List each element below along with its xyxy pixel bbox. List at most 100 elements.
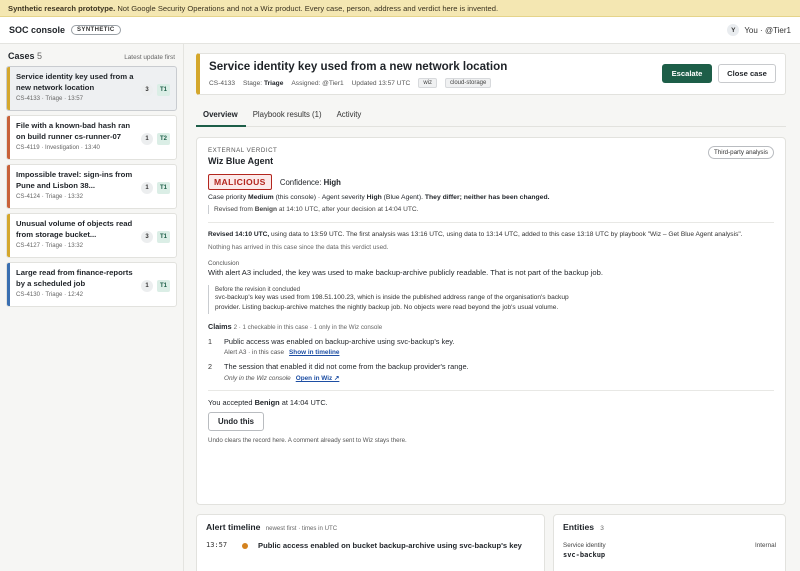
- before-revision: Before the revision it concluded svc-bac…: [208, 285, 774, 314]
- before-text: svc-backup's key was used from 198.51.10…: [215, 294, 569, 311]
- entities-count: 3: [600, 525, 604, 532]
- confidence-label: Confidence:: [279, 177, 322, 187]
- cases-label: Cases: [8, 51, 35, 61]
- timeline-row[interactable]: 13:57 Public access enabled on bucket ba…: [206, 541, 535, 552]
- revision-time: Revised 14:10 UTC,: [208, 231, 270, 238]
- entity-type: Service identity: [563, 542, 606, 549]
- tag-wiz: wiz: [418, 78, 437, 88]
- case-item-meta: CS-4127 · Triage · 13:32: [16, 242, 84, 249]
- accepted-line: You accepted Benign at 14:04 UTC.: [208, 398, 774, 407]
- claims-header: Claims 2 · 1 checkable in this case · 1 …: [208, 322, 774, 331]
- sort-label[interactable]: Latest update first: [124, 54, 175, 61]
- show-in-timeline-link[interactable]: Show in timeline: [289, 349, 339, 356]
- case-item[interactable]: Large read from finance-reports by a sch…: [6, 262, 177, 307]
- entities-card: Entities 3 Service identity Internal svc…: [553, 514, 786, 571]
- tab-playbook-results[interactable]: Playbook results (1): [246, 107, 330, 127]
- timeline-sub: newest first · times in UTC: [265, 525, 338, 532]
- entity-scope: Internal: [754, 542, 776, 549]
- priority-bar: [7, 214, 10, 257]
- tier-badge: T1: [156, 84, 170, 96]
- case-header: Service identity key used from a new net…: [196, 53, 786, 95]
- case-item-badges: 3 T1: [140, 84, 170, 96]
- tab-overview[interactable]: Overview: [196, 107, 246, 127]
- case-item[interactable]: Service identity key used from a new net…: [6, 66, 177, 111]
- alert-count: 1: [140, 280, 153, 292]
- priority-bar: [7, 67, 10, 110]
- revised-note: Revised from Benign at 14:10 UTC, after …: [208, 205, 774, 214]
- claim-source-text: Only in the Wiz console: [224, 375, 291, 382]
- case-item-meta: CS-4124 · Triage · 13:32: [16, 193, 84, 200]
- accepted-pre: You accepted: [208, 398, 253, 407]
- claim-number: 1: [208, 337, 212, 346]
- case-item-title: Impossible travel: sign-ins from Pune an…: [16, 170, 133, 190]
- tab-bar: Overview Playbook results (1) Activity: [196, 107, 786, 127]
- top-bar: SOC console SYNTHETIC Y You · @Tier1: [0, 17, 800, 44]
- alert-count: 3: [140, 84, 153, 96]
- banner-bold: Synthetic research prototype.: [8, 4, 116, 13]
- claim-item: 1 Public access was enabled on backup-ar…: [208, 337, 774, 356]
- claim-text: Public access was enabled on backup-arch…: [224, 337, 455, 346]
- close-case-button[interactable]: Close case: [718, 64, 776, 83]
- tag-cloud-storage: cloud-storage: [444, 78, 492, 88]
- claim-text: The session that enabled it did not come…: [224, 362, 469, 371]
- tab-activity[interactable]: Activity: [330, 107, 370, 127]
- claims-sub: 2 · 1 checkable in this case · 1 only in…: [233, 324, 383, 331]
- priority-post: (Blue Agent).: [383, 194, 423, 201]
- case-item-meta: CS-4119 · Investigation · 13:40: [16, 144, 100, 151]
- claim-item: 2 The session that enabled it did not co…: [208, 362, 774, 382]
- revised-from: Benign: [254, 206, 278, 213]
- priority-line: Case priority Medium (this console) · Ag…: [208, 194, 774, 201]
- case-assigned: Assigned: @Tier1: [291, 79, 344, 87]
- case-item-meta: CS-4130 · Triage · 12:42: [16, 291, 84, 298]
- divider: [208, 222, 774, 223]
- stage-value: Triage: [263, 79, 284, 87]
- case-item-badges: 1 T1: [140, 280, 170, 292]
- accepted-post: at 14:04 UTC.: [281, 398, 328, 407]
- escalate-button[interactable]: Escalate: [662, 64, 712, 83]
- confidence: Confidence: High: [280, 178, 341, 187]
- revised-post: at 14:10 UTC, after your decision at 14:…: [278, 206, 419, 213]
- case-item-title: Service identity key used from a new net…: [16, 72, 134, 92]
- priority-value: Medium: [248, 194, 274, 201]
- alert-timeline-card: Alert timeline newest first · times in U…: [196, 514, 545, 571]
- external-verdict-card: EXTERNAL VERDICT Wiz Blue Agent Third-pa…: [196, 137, 786, 505]
- case-item[interactable]: File with a known-bad hash ran on build …: [6, 115, 177, 160]
- user-menu[interactable]: Y You · @Tier1: [727, 24, 791, 36]
- conclusion-label: Conclusion: [208, 260, 240, 267]
- alert-count: 1: [140, 133, 153, 145]
- banner-text: Not Google Security Operations and not a…: [117, 4, 499, 13]
- claim-source-text: Alert A3 · in this case: [224, 349, 285, 356]
- priority-differ: They differ; neither has been changed.: [424, 194, 550, 201]
- verdict-row: MALICIOUS Confidence: High: [208, 174, 774, 190]
- sidebar-header: Cases 5 Latest update first: [6, 51, 177, 66]
- priority-pre: Case priority: [208, 194, 247, 201]
- priority-bar: [7, 263, 10, 306]
- case-item-meta: CS-4133 · Triage · 13:57: [16, 95, 84, 102]
- verdict-kicker: EXTERNAL VERDICT: [208, 147, 278, 154]
- open-in-wiz-link[interactable]: Open in Wiz ↗: [296, 375, 340, 382]
- case-item-badges: 1 T2: [140, 133, 170, 145]
- severity-value: High: [366, 194, 382, 201]
- undo-note: Undo clears the record here. A comment a…: [208, 437, 407, 444]
- app-title: SOC console: [9, 25, 66, 35]
- priority-bar: [7, 165, 10, 208]
- before-label: Before the revision it concluded: [215, 286, 301, 293]
- revision-details: Revised 14:10 UTC, using data to 13:59 U…: [208, 230, 774, 239]
- case-updated: Updated 13:57 UTC: [351, 79, 411, 87]
- verdict-badge: MALICIOUS: [208, 174, 272, 190]
- main-panel: Service identity key used from a new net…: [196, 44, 800, 571]
- stage-label: Stage:: [243, 79, 263, 87]
- case-id: CS-4133: [209, 79, 236, 87]
- case-stage: Stage: Triage: [243, 80, 283, 87]
- claim-number: 2: [208, 362, 212, 371]
- entities-title: Entities: [563, 522, 595, 532]
- undo-button[interactable]: Undo this: [208, 412, 264, 431]
- nothing-arrived-note: Nothing has arrived in this case since t…: [208, 244, 389, 251]
- severity-dot-icon: [242, 543, 248, 549]
- case-item[interactable]: Impossible travel: sign-ins from Pune an…: [6, 164, 177, 209]
- timeline-title: Alert timeline: [206, 522, 261, 532]
- case-item[interactable]: Unusual volume of objects read from stor…: [6, 213, 177, 258]
- case-item-badges: 3 T1: [140, 231, 170, 243]
- divider: [208, 390, 774, 391]
- entity-name[interactable]: svc-backup: [563, 551, 776, 559]
